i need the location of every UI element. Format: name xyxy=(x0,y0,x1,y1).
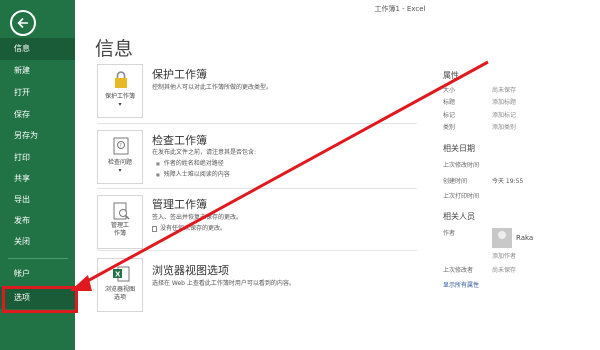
annotation-arrow xyxy=(70,60,489,291)
